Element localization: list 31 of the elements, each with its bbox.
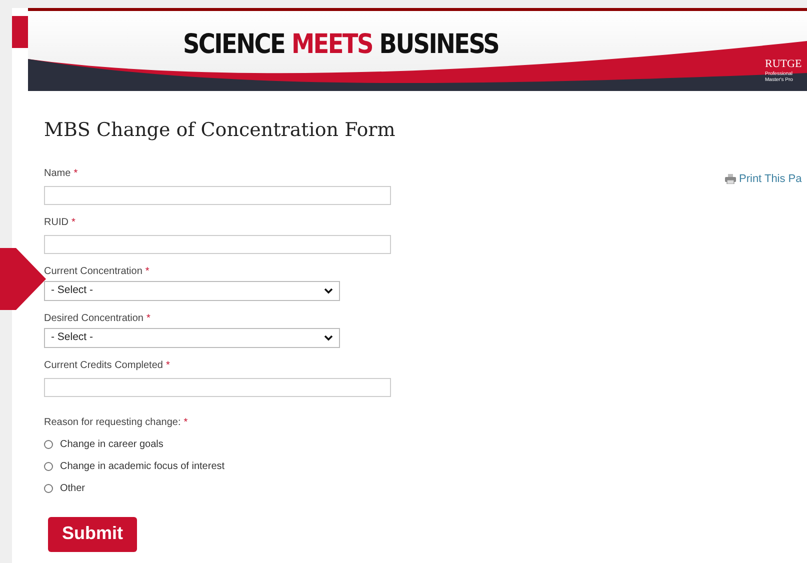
logo-text: RUTGE [765, 59, 802, 70]
required-mark: * [166, 360, 170, 372]
radio-option[interactable]: Change in career goals [44, 438, 807, 451]
field-label: Current Credits Completed [44, 360, 163, 372]
required-mark: * [146, 312, 150, 325]
text-input[interactable] [44, 234, 391, 254]
field-label: Current Concentration [44, 266, 142, 278]
field-label: RUID [44, 216, 68, 229]
page-title: MBS Change of Concentration Form [44, 119, 396, 142]
text-input[interactable] [44, 186, 391, 205]
required-mark: * [71, 216, 76, 229]
radio-option[interactable]: Other [44, 482, 807, 495]
select-dropdown[interactable]: - Select - [44, 280, 340, 301]
print-link[interactable]: Print This Pa [725, 171, 802, 188]
chevron-down-icon [324, 334, 333, 341]
field-label: Name [44, 168, 71, 180]
required-mark: * [145, 266, 150, 278]
submit-button[interactable]: Submit [48, 516, 137, 552]
required-mark: * [74, 168, 78, 180]
field-label: Reason for requesting change: [44, 416, 181, 429]
banner-title-word: MEETS [291, 29, 372, 60]
chevron-down-icon [324, 288, 333, 294]
radio-option[interactable]: Change in academic focus of interest [44, 460, 807, 473]
banner-title-word: SCIENCE [183, 29, 285, 60]
text-input[interactable] [44, 378, 391, 397]
printer-icon [725, 174, 736, 184]
required-mark: * [184, 416, 188, 429]
banner-title-word: BUSINESS [379, 29, 499, 60]
field-label: Desired Concentration [44, 312, 144, 325]
select-dropdown[interactable]: - Select - [44, 328, 340, 348]
chevron-icon [0, 248, 46, 310]
